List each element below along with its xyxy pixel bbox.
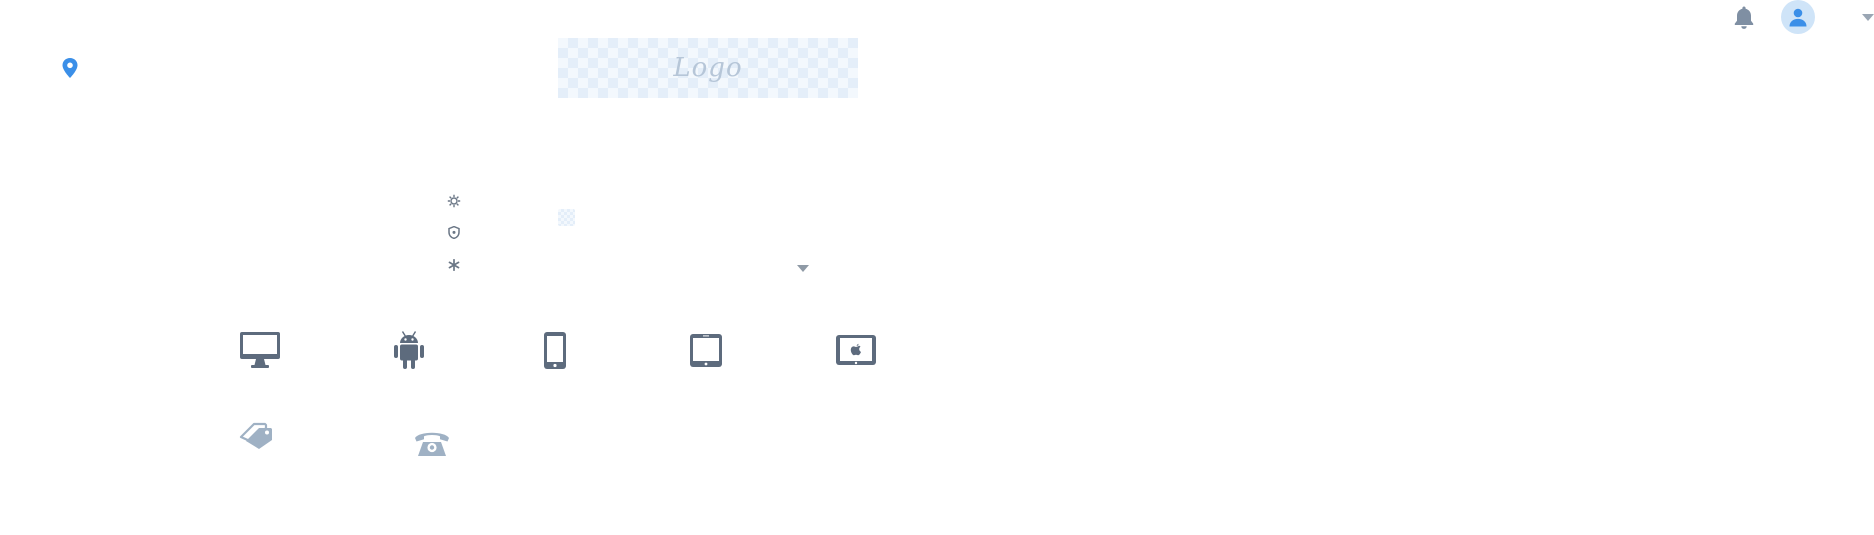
user-icon [1789, 8, 1807, 27]
dropdown-caret[interactable] [797, 265, 809, 272]
tags-icon[interactable] [238, 420, 276, 450]
image-placeholder [558, 209, 575, 226]
tablet-icon[interactable] [689, 333, 723, 368]
logo-placeholder: Logo [558, 38, 858, 98]
map-pin-icon[interactable] [62, 58, 78, 78]
shield-icon[interactable] [448, 225, 460, 240]
avatar[interactable] [1781, 0, 1815, 34]
gear-icon[interactable] [447, 194, 461, 208]
bell-icon[interactable] [1733, 5, 1755, 29]
phone-icon[interactable] [543, 331, 567, 370]
android-icon[interactable] [393, 330, 425, 370]
telephone-icon[interactable] [414, 429, 450, 457]
logo-text: Logo [673, 53, 743, 83]
account-menu-caret[interactable] [1862, 14, 1874, 21]
ipad-apple-icon[interactable] [835, 334, 877, 366]
desktop-icon[interactable] [239, 331, 281, 370]
asterisk-icon[interactable] [448, 258, 460, 272]
